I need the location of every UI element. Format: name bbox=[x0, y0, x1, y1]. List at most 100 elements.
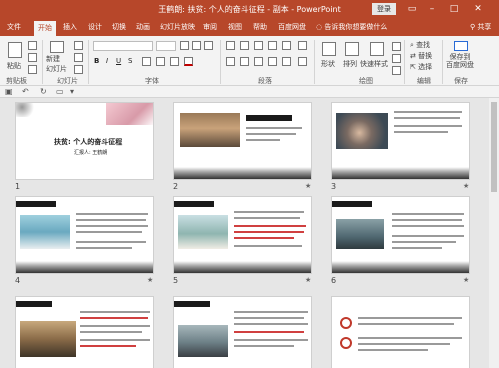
shapes-icon[interactable] bbox=[322, 42, 336, 56]
group-editing: 编辑 bbox=[417, 77, 431, 85]
font-color-icon[interactable] bbox=[184, 57, 193, 66]
tab-animations[interactable]: 动画 bbox=[136, 21, 150, 33]
layout-icon[interactable] bbox=[74, 41, 83, 50]
text-line-highlight bbox=[80, 317, 148, 319]
align-right-icon[interactable] bbox=[254, 57, 263, 66]
tab-design[interactable]: 设计 bbox=[88, 21, 102, 33]
arrange-icon[interactable] bbox=[345, 42, 359, 56]
vertical-scrollbar[interactable] bbox=[489, 98, 499, 368]
quick-access-toolbar: ▣ ↶ ↻ ▭ ▾ bbox=[0, 86, 499, 98]
tab-home[interactable]: 开始 bbox=[34, 21, 56, 36]
justify-icon[interactable] bbox=[268, 57, 277, 66]
tab-baidu[interactable]: 百度网盘 bbox=[278, 21, 306, 33]
shape-outline-icon[interactable] bbox=[392, 54, 401, 63]
shadow-icon[interactable]: S bbox=[128, 57, 132, 65]
paste-icon[interactable] bbox=[8, 42, 22, 58]
text-line bbox=[76, 231, 142, 233]
shape-fill-icon[interactable] bbox=[392, 42, 401, 51]
slide-image bbox=[178, 215, 228, 249]
maximize-icon[interactable]: □ bbox=[446, 2, 462, 16]
login-button[interactable]: 登录 bbox=[372, 3, 396, 15]
slide-thumbnail-2[interactable] bbox=[173, 102, 312, 180]
increase-indent-icon[interactable] bbox=[268, 41, 277, 50]
close-icon[interactable]: ✕ bbox=[470, 2, 486, 16]
font-size-box[interactable] bbox=[156, 41, 176, 51]
shrink-font-icon[interactable] bbox=[192, 41, 201, 50]
copy-icon[interactable] bbox=[28, 53, 37, 62]
select-button[interactable]: ⇱ 选择 bbox=[410, 62, 432, 72]
reset-icon[interactable] bbox=[74, 53, 83, 62]
shape-effects-icon[interactable] bbox=[392, 66, 401, 75]
decrease-indent-icon[interactable] bbox=[254, 41, 263, 50]
ink-decoration bbox=[174, 167, 311, 179]
tab-transitions[interactable]: 切换 bbox=[112, 21, 126, 33]
customize-toolbar-icon[interactable]: ▾ bbox=[70, 87, 74, 97]
slide-thumbnail-1[interactable]: 扶贫: 个人的奋斗征程 汇报人: 王鹤朗 bbox=[15, 102, 154, 180]
text-line bbox=[392, 219, 462, 221]
quick-styles-icon[interactable] bbox=[370, 42, 384, 56]
strikethrough-icon[interactable] bbox=[142, 57, 151, 66]
slide-thumbnail-8[interactable] bbox=[173, 296, 312, 368]
quick-styles-button[interactable]: 快速样式 bbox=[360, 59, 388, 69]
numbering-icon[interactable] bbox=[240, 41, 249, 50]
tab-review[interactable]: 审阅 bbox=[203, 21, 217, 33]
circle-icon bbox=[340, 317, 352, 329]
redo-icon[interactable]: ↻ bbox=[40, 87, 47, 97]
scrollbar-thumb[interactable] bbox=[491, 102, 497, 192]
line-spacing-icon[interactable] bbox=[282, 41, 291, 50]
slide-subtitle: 汇报人: 王鹤朗 bbox=[74, 150, 108, 156]
restore-icon[interactable]: ▭ bbox=[404, 2, 420, 16]
slide-number: 1 bbox=[15, 182, 21, 191]
text-direction-icon[interactable] bbox=[298, 41, 307, 50]
bold-icon[interactable]: B bbox=[94, 57, 99, 65]
minimize-icon[interactable]: – bbox=[424, 2, 440, 16]
paste-button[interactable]: 粘贴 bbox=[7, 61, 21, 71]
new-slide-button[interactable]: 新建 幻灯片 bbox=[46, 54, 67, 74]
arrange-button[interactable]: 排列 bbox=[343, 59, 357, 69]
align-center-icon[interactable] bbox=[240, 57, 249, 66]
new-slide-icon[interactable] bbox=[50, 41, 64, 53]
bullets-icon[interactable] bbox=[226, 41, 235, 50]
text-line-highlight bbox=[234, 231, 304, 233]
tab-file[interactable]: 文件 bbox=[7, 21, 21, 33]
save-baidu-button[interactable]: 保存到 百度网盘 bbox=[446, 53, 474, 69]
columns-icon[interactable] bbox=[282, 57, 291, 66]
smartart-icon[interactable] bbox=[298, 57, 307, 66]
slide-thumbnail-5[interactable] bbox=[173, 196, 312, 274]
slide-image bbox=[178, 325, 228, 357]
slide-thumbnail-6[interactable] bbox=[331, 196, 470, 274]
text-line bbox=[394, 111, 462, 113]
shapes-button[interactable]: 形状 bbox=[321, 59, 335, 69]
italic-icon[interactable]: I bbox=[106, 57, 108, 65]
change-case-icon[interactable] bbox=[170, 57, 179, 66]
tab-view[interactable]: 视图 bbox=[228, 21, 242, 33]
tab-insert[interactable]: 插入 bbox=[63, 21, 77, 33]
cut-icon[interactable] bbox=[28, 41, 37, 50]
cloud-icon[interactable] bbox=[454, 41, 468, 51]
spacing-icon[interactable] bbox=[156, 57, 165, 66]
slide-number: 6 bbox=[331, 276, 337, 285]
clear-format-icon[interactable] bbox=[204, 41, 213, 50]
save-icon[interactable]: ▣ bbox=[5, 87, 13, 97]
start-slideshow-icon[interactable]: ▭ bbox=[56, 87, 64, 97]
slide-thumbnail-3[interactable] bbox=[331, 102, 470, 180]
section-icon[interactable] bbox=[74, 65, 83, 74]
text-line bbox=[392, 225, 464, 227]
align-left-icon[interactable] bbox=[226, 57, 235, 66]
replace-button[interactable]: ⇄ 替换 bbox=[410, 51, 432, 61]
underline-icon[interactable]: U bbox=[116, 57, 121, 65]
slide-thumbnail-7[interactable] bbox=[15, 296, 154, 368]
grow-font-icon[interactable] bbox=[180, 41, 189, 50]
share-button[interactable]: ⚲ 共享 bbox=[470, 21, 491, 33]
find-button[interactable]: ⌕ 查找 bbox=[410, 40, 430, 50]
slide-thumbnail-9[interactable] bbox=[331, 296, 470, 368]
text-line bbox=[76, 247, 132, 249]
format-painter-icon[interactable] bbox=[28, 65, 37, 74]
font-name-box[interactable] bbox=[93, 41, 153, 51]
tab-slideshow[interactable]: 幻灯片放映 bbox=[160, 21, 195, 33]
slide-thumbnail-4[interactable] bbox=[15, 196, 154, 274]
slide-image bbox=[20, 321, 76, 357]
tab-help[interactable]: 帮助 bbox=[253, 21, 267, 33]
undo-icon[interactable]: ↶ bbox=[22, 87, 29, 97]
tell-me-box[interactable]: ◌ 告诉我你想要做什么 bbox=[316, 21, 387, 33]
